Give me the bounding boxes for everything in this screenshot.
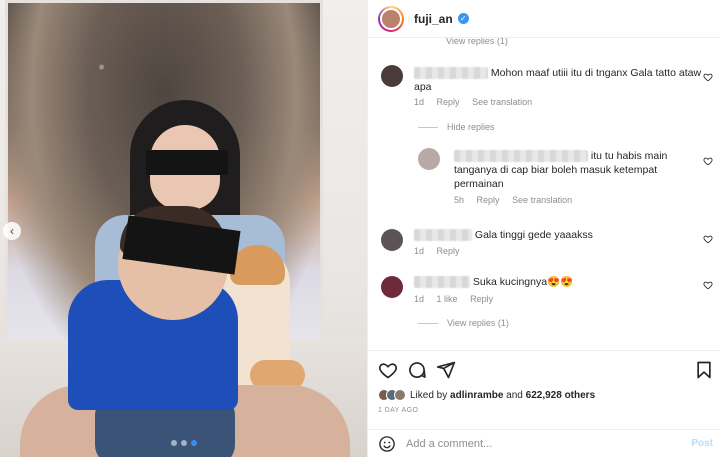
commenter-avatar[interactable] (381, 229, 403, 251)
reply-button[interactable]: Reply (470, 294, 493, 304)
view-replies-top[interactable]: View replies (1) (446, 38, 508, 46)
likes-summary: Liked by adlinrambe and 622,928 others (378, 389, 595, 401)
comment-time: 1d (414, 294, 425, 304)
view-replies-button[interactable]: View replies (1) (418, 318, 509, 328)
like-reply-heart-icon[interactable] (703, 156, 713, 166)
see-translation-button[interactable]: See translation (512, 195, 572, 205)
comment-meta: 1d Reply (414, 246, 470, 256)
carousel-dot-active (190, 440, 197, 446)
blurred-username (454, 150, 588, 163)
comment-meta: 1d 1 like Reply (414, 294, 503, 304)
carousel-dot (180, 440, 187, 446)
likes-text[interactable]: Liked by adlinrambe and 622,928 others (410, 390, 595, 401)
comment-text: Mohon maaf utiii itu di tnganx Gala tatt… (414, 67, 702, 93)
like-comment-heart-icon[interactable] (703, 234, 713, 244)
hide-replies-button[interactable]: Hide replies (418, 122, 495, 132)
comments-list: View replies (1) Mohon maaf utiii itu di… (368, 38, 720, 350)
add-comment-bar: Post (368, 429, 720, 457)
reply-time: 5h (454, 195, 465, 205)
author-avatar[interactable] (378, 5, 404, 32)
like-heart-icon[interactable] (378, 360, 398, 380)
post-header: fuji_an ✓ (368, 0, 720, 38)
commenter-avatar[interactable] (381, 276, 403, 298)
comment-time: 1d (414, 97, 425, 107)
liker-avatar (394, 389, 406, 401)
comment-text: Gala tinggi gede yaaakss (414, 228, 704, 242)
share-send-icon[interactable] (436, 360, 456, 380)
blurred-username (414, 229, 472, 242)
post-actions-bar (368, 350, 720, 388)
commenter-avatar[interactable] (381, 65, 403, 87)
post-time[interactable]: 1 DAY AGO (378, 407, 418, 414)
carousel-dots (0, 440, 367, 446)
comment-likes-count[interactable]: 1 like (437, 294, 458, 304)
like-comment-heart-icon[interactable] (703, 280, 713, 290)
reply-text: itu tu habis main tanganya di cap biar b… (454, 150, 668, 190)
censor-bar-girl (146, 150, 228, 175)
comment-meta: 1d Reply See translation (414, 97, 542, 107)
comment-icon[interactable] (407, 360, 427, 380)
author-username[interactable]: fuji_an (414, 12, 453, 26)
likes-prefix: Liked by (410, 389, 448, 401)
blurred-username (414, 67, 488, 80)
post-comment-button[interactable]: Post (691, 438, 713, 449)
reply-button[interactable]: Reply (477, 195, 500, 205)
reply-button[interactable]: Reply (437, 97, 460, 107)
see-translation-button[interactable]: See translation (472, 97, 532, 107)
post-side-panel: fuji_an ✓ View replies (1) Mohon maaf ut… (367, 0, 720, 457)
verified-badge-icon: ✓ (457, 13, 469, 24)
comment-time: 1d (414, 246, 425, 256)
likes-count[interactable]: 622,928 others (526, 390, 596, 401)
blurred-username (414, 276, 470, 289)
emoji-icon[interactable] (378, 435, 396, 453)
carousel-dot (170, 440, 177, 446)
likes-and: and (506, 389, 523, 401)
add-comment-input[interactable] (406, 437, 666, 450)
like-comment-heart-icon[interactable] (703, 72, 713, 82)
post-photo[interactable]: ‹ (0, 0, 367, 457)
reply-meta: 5h Reply See translation (454, 195, 582, 205)
carousel-prev-button[interactable]: ‹ (3, 222, 21, 240)
liked-by-user[interactable]: adlinrambe (450, 390, 503, 401)
reply-avatar[interactable] (418, 148, 440, 170)
save-bookmark-icon[interactable] (694, 360, 714, 380)
comment-text: Suka kucingnya😍😍 (414, 275, 704, 289)
reply-button[interactable]: Reply (437, 246, 460, 256)
